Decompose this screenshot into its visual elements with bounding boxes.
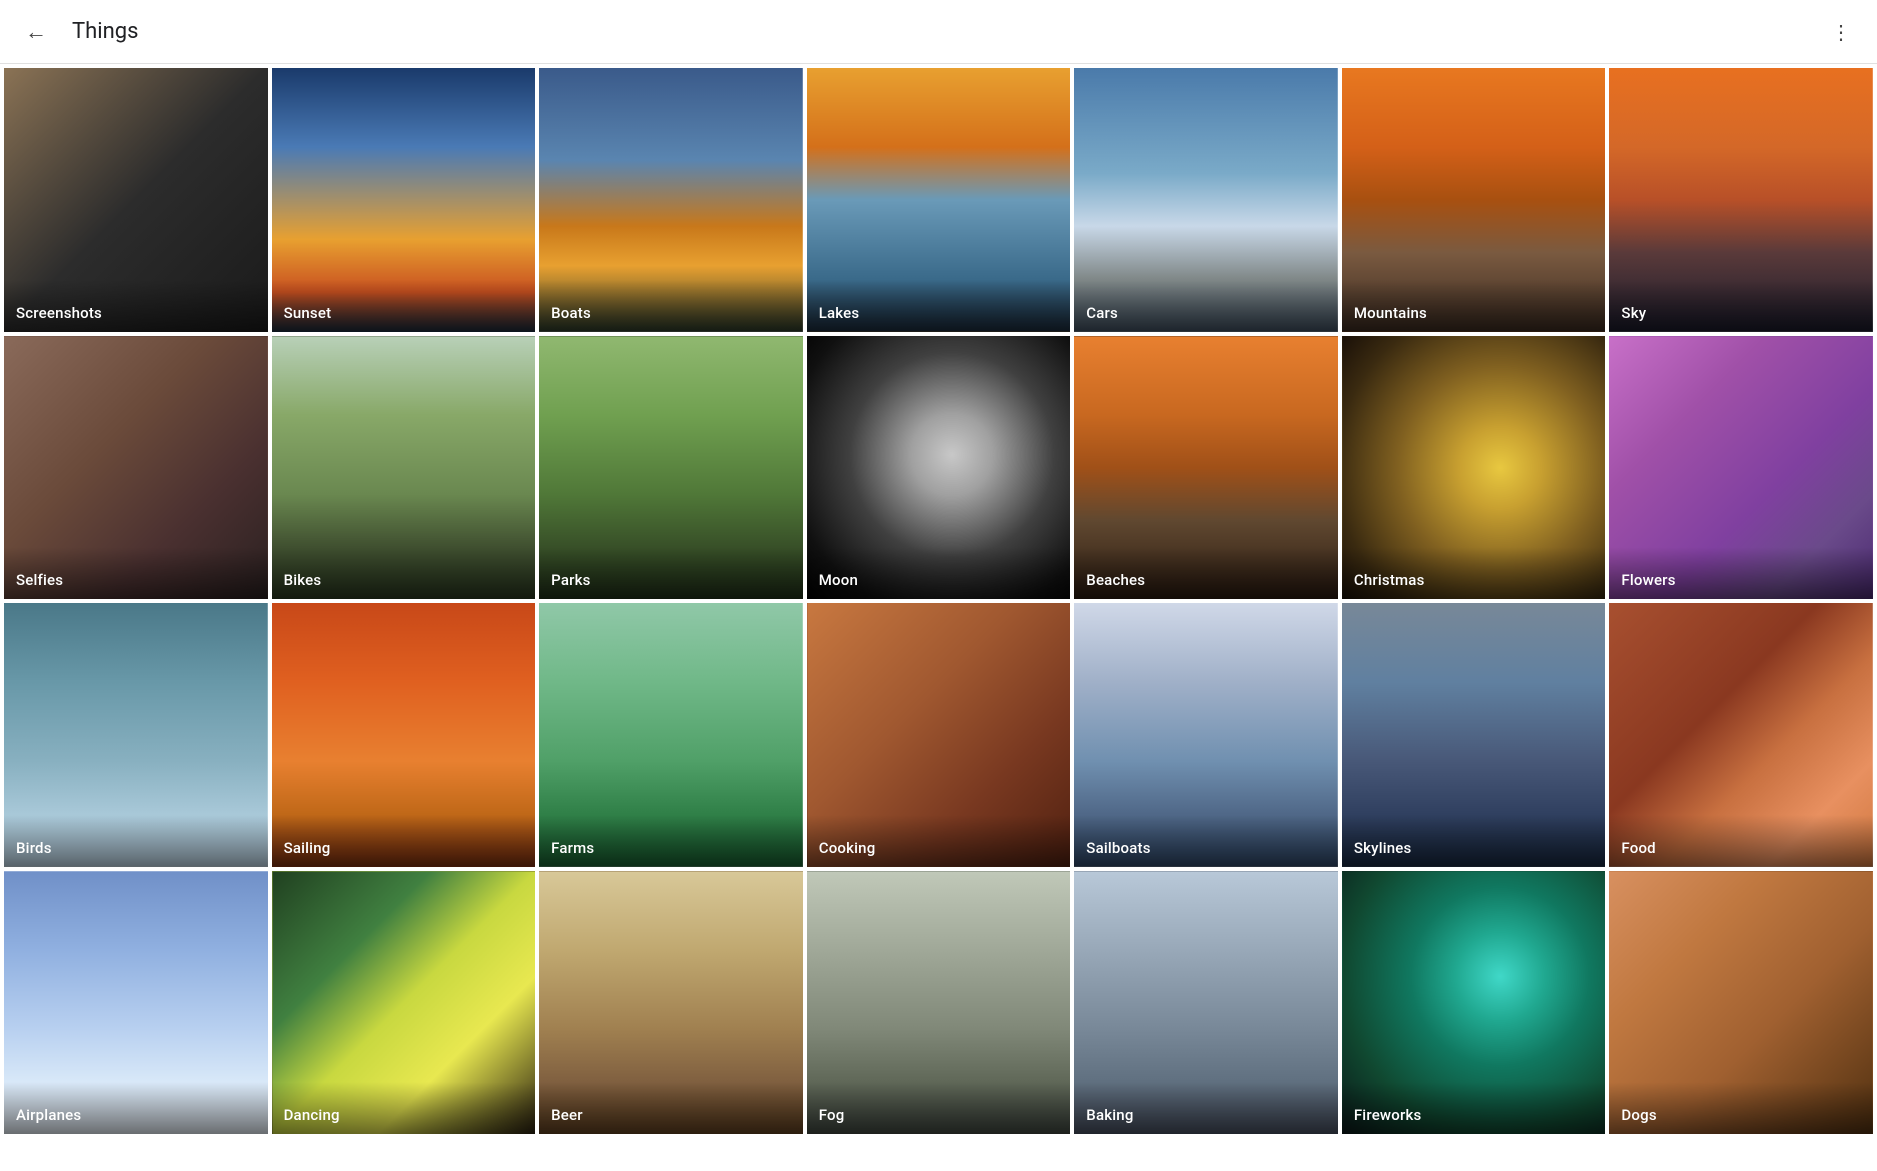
tile-parks[interactable]: Parks (539, 336, 803, 600)
tile-cooking[interactable]: Cooking (807, 603, 1071, 867)
tile-mountains[interactable]: Mountains (1342, 68, 1606, 332)
tile-beer[interactable]: Beer (539, 871, 803, 1135)
photo-grid: ScreenshotsSunsetBoatsLakesCarsMountains… (0, 64, 1877, 1138)
tile-label-beer: Beer (539, 1082, 803, 1134)
tile-label-moon: Moon (807, 547, 1071, 599)
app-header: ← Things ⋮ (0, 0, 1877, 64)
tile-label-airplanes: Airplanes (4, 1082, 268, 1134)
tile-label-baking: Baking (1074, 1082, 1338, 1134)
tile-label-parks: Parks (539, 547, 803, 599)
tile-label-food: Food (1609, 815, 1873, 867)
tile-label-bikes: Bikes (272, 547, 536, 599)
tile-label-selfies: Selfies (4, 547, 268, 599)
tile-label-sky: Sky (1609, 280, 1873, 332)
tile-lakes[interactable]: Lakes (807, 68, 1071, 332)
tile-label-skylines: Skylines (1342, 815, 1606, 867)
tile-label-sailboats: Sailboats (1074, 815, 1338, 867)
tile-label-fireworks: Fireworks (1342, 1082, 1606, 1134)
tile-birds[interactable]: Birds (4, 603, 268, 867)
tile-dancing[interactable]: Dancing (272, 871, 536, 1135)
tile-label-sailing: Sailing (272, 815, 536, 867)
tile-sunset[interactable]: Sunset (272, 68, 536, 332)
page-title: Things (72, 19, 138, 44)
tile-bikes[interactable]: Bikes (272, 336, 536, 600)
tile-christmas[interactable]: Christmas (1342, 336, 1606, 600)
tile-boats[interactable]: Boats (539, 68, 803, 332)
tile-label-flowers: Flowers (1609, 547, 1873, 599)
tile-food[interactable]: Food (1609, 603, 1873, 867)
tile-label-fog: Fog (807, 1082, 1071, 1134)
tile-cars[interactable]: Cars (1074, 68, 1338, 332)
more-options-button[interactable]: ⋮ (1821, 12, 1861, 52)
tile-sailing[interactable]: Sailing (272, 603, 536, 867)
tile-screenshots[interactable]: Screenshots (4, 68, 268, 332)
header-left: ← Things (16, 12, 138, 52)
tile-baking[interactable]: Baking (1074, 871, 1338, 1135)
more-icon: ⋮ (1831, 20, 1851, 44)
tile-skylines[interactable]: Skylines (1342, 603, 1606, 867)
tile-label-lakes: Lakes (807, 280, 1071, 332)
tile-label-farms: Farms (539, 815, 803, 867)
tile-label-birds: Birds (4, 815, 268, 867)
tile-label-cars: Cars (1074, 280, 1338, 332)
tile-sky[interactable]: Sky (1609, 68, 1873, 332)
tile-dogs[interactable]: Dogs (1609, 871, 1873, 1135)
tile-airplanes[interactable]: Airplanes (4, 871, 268, 1135)
tile-beaches[interactable]: Beaches (1074, 336, 1338, 600)
tile-label-dancing: Dancing (272, 1082, 536, 1134)
tile-label-mountains: Mountains (1342, 280, 1606, 332)
tile-fog[interactable]: Fog (807, 871, 1071, 1135)
tile-fireworks[interactable]: Fireworks (1342, 871, 1606, 1135)
back-icon: ← (25, 19, 47, 45)
tile-selfies[interactable]: Selfies (4, 336, 268, 600)
tile-label-boats: Boats (539, 280, 803, 332)
tile-label-cooking: Cooking (807, 815, 1071, 867)
tile-farms[interactable]: Farms (539, 603, 803, 867)
back-button[interactable]: ← (16, 12, 56, 52)
tile-label-sunset: Sunset (272, 280, 536, 332)
tile-sailboats[interactable]: Sailboats (1074, 603, 1338, 867)
tile-label-christmas: Christmas (1342, 547, 1606, 599)
tile-label-screenshots: Screenshots (4, 280, 268, 332)
tile-label-beaches: Beaches (1074, 547, 1338, 599)
tile-flowers[interactable]: Flowers (1609, 336, 1873, 600)
tile-label-dogs: Dogs (1609, 1082, 1873, 1134)
tile-moon[interactable]: Moon (807, 336, 1071, 600)
